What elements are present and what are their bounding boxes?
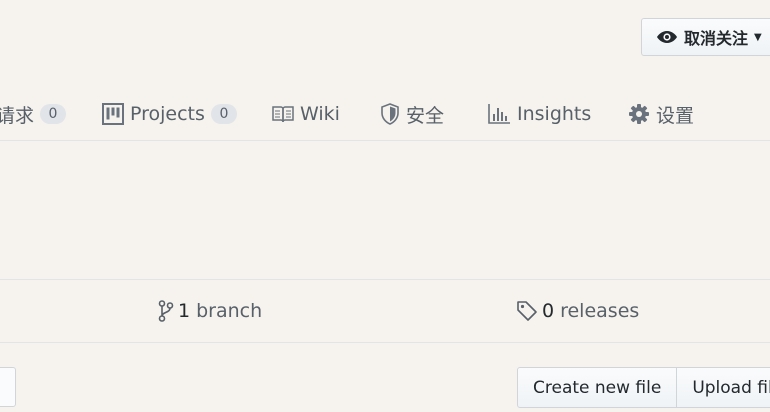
shield-icon — [380, 103, 400, 125]
projects-counter: 0 — [210, 104, 237, 124]
tab-label: 设置 — [656, 104, 695, 127]
tab-label: Projects — [130, 103, 205, 125]
branches-count: 1 — [178, 300, 191, 322]
graph-icon — [487, 103, 511, 125]
repo-summary: 1 branch 0 releases — [0, 279, 770, 343]
branches-link[interactable]: 1 branch — [158, 300, 262, 322]
tag-icon — [516, 300, 538, 322]
create-new-file-button[interactable]: Create new file — [517, 367, 678, 408]
releases-link[interactable]: 0 releases — [516, 300, 639, 322]
tab-projects[interactable]: Projects 0 — [102, 92, 237, 136]
eye-icon — [656, 29, 680, 45]
tab-insights[interactable]: Insights — [487, 92, 591, 136]
pull-requests-counter: 0 — [40, 104, 67, 124]
branch-icon — [158, 300, 174, 322]
releases-count: 0 — [542, 300, 555, 322]
unwatch-button[interactable]: 取消关注 ▼ — [641, 18, 770, 56]
unwatch-label: 取消关注 — [684, 29, 749, 48]
tab-label: 安全 — [406, 104, 445, 127]
project-icon — [102, 103, 124, 125]
book-icon — [272, 105, 294, 123]
tab-label: Wiki — [300, 103, 340, 125]
repo-tabs: 请求 0 Projects 0 Wiki 安全 Insights 设置 — [0, 92, 770, 141]
file-actions: Create new file Upload files — [517, 367, 770, 408]
upload-files-button[interactable]: Upload files — [677, 367, 770, 408]
chevron-down-icon: ▼ — [754, 31, 762, 43]
tab-settings[interactable]: 设置 — [628, 92, 694, 136]
tab-security[interactable]: 安全 — [380, 92, 444, 136]
tab-pull-requests[interactable]: 请求 0 — [0, 92, 67, 136]
branches-label: branch — [196, 300, 263, 322]
branch-select-button[interactable] — [0, 367, 16, 407]
releases-label: releases — [560, 300, 640, 322]
tab-wiki[interactable]: Wiki — [272, 92, 340, 136]
tab-label: Insights — [517, 103, 592, 125]
gear-icon — [628, 103, 650, 125]
tab-label: 请求 — [0, 104, 35, 127]
